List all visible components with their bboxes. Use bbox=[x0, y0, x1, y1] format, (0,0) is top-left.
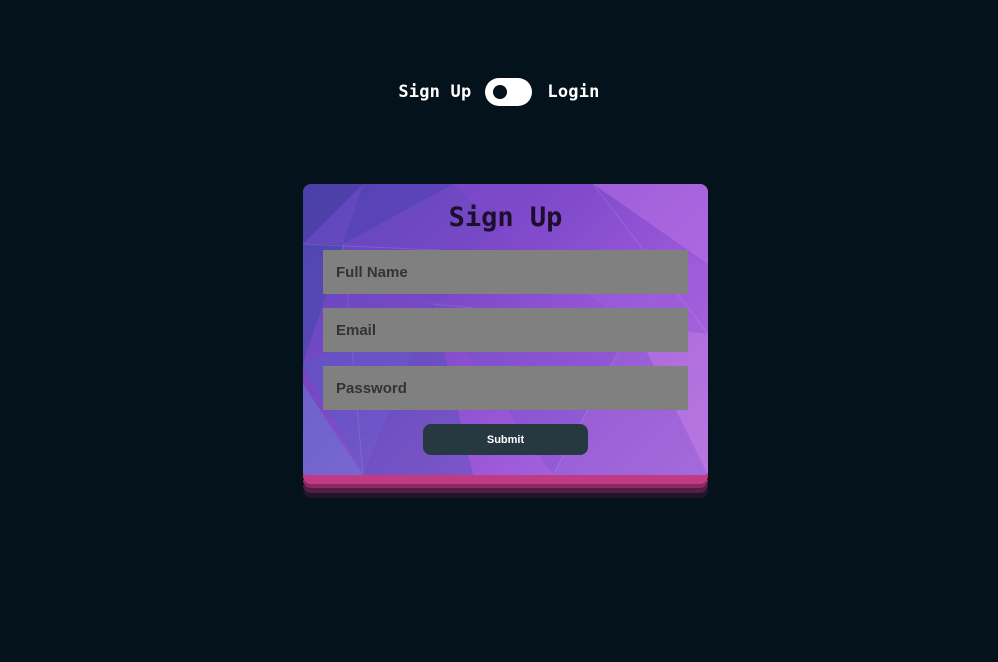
form-mode-toggle-row: Sign Up Login bbox=[0, 77, 998, 107]
signup-toggle-label[interactable]: Sign Up bbox=[398, 82, 471, 102]
email-input[interactable] bbox=[323, 308, 688, 352]
mode-toggle-switch[interactable] bbox=[485, 78, 533, 106]
full-name-input[interactable] bbox=[323, 250, 688, 294]
password-input[interactable] bbox=[323, 366, 688, 410]
login-toggle-label[interactable]: Login bbox=[547, 82, 599, 102]
toggle-knob bbox=[493, 85, 508, 99]
signup-card: Sign Up Submit bbox=[303, 184, 708, 475]
form-title: Sign Up bbox=[448, 202, 563, 233]
submit-button[interactable]: Submit bbox=[423, 424, 588, 455]
